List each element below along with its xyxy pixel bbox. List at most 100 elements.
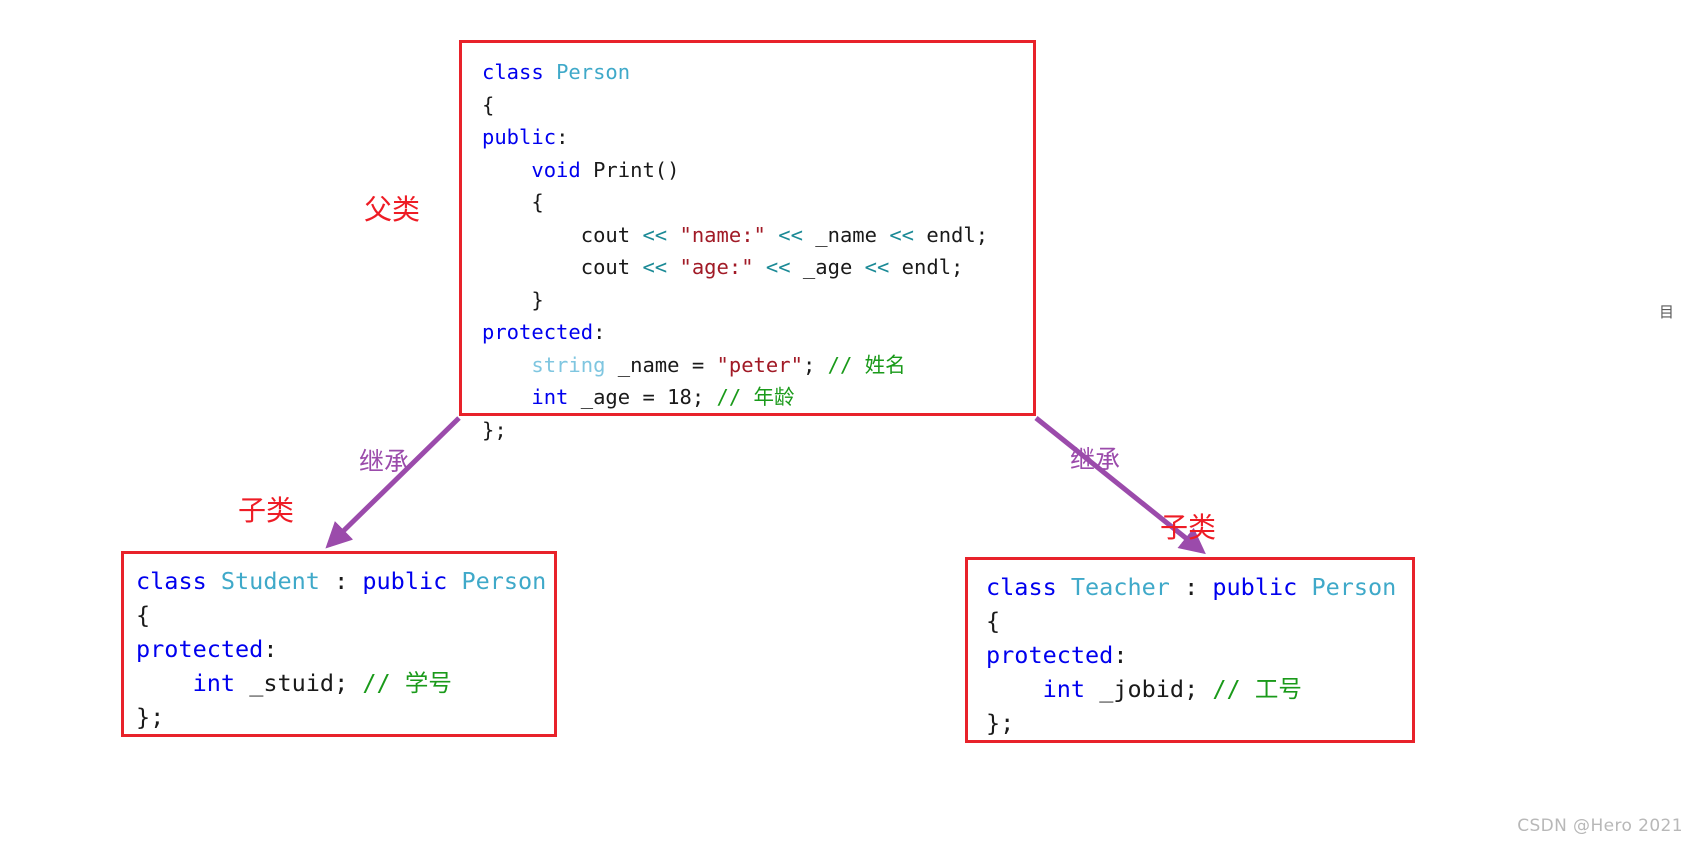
code-token: Print() [593,157,680,182]
code-token: protected [136,635,264,663]
arrow-person-to-student [325,416,461,549]
code-token: Student [220,567,320,595]
code-line: public: [482,121,1033,154]
code-box-student: class Student : public Person { protected:… [121,551,557,737]
code-token: { [482,190,544,214]
code-line: class Person [482,56,1033,89]
code-token: endl; [889,255,964,279]
code-token: << [889,222,915,247]
code-token: _stuid; [235,669,363,697]
code-token: // 姓名 [827,352,906,377]
code-token: string [531,352,606,377]
code-token: class [136,567,221,595]
code-token: _name [802,222,890,247]
code-token: public [1212,573,1312,601]
code-token: _jobid; [1085,675,1213,703]
code-line: }; [136,700,554,734]
code-token: // 学号 [362,669,452,697]
code-token: _age [790,255,865,279]
code-token: "peter" [716,352,803,377]
code-line: int _jobid; // 工号 [986,672,1412,706]
code-line: }; [482,414,1033,447]
code-token: cout [482,222,643,247]
code-line: void Print() [482,154,1033,187]
code-token: << [642,222,668,247]
code-line: }; [986,706,1412,740]
code-token: : [319,567,363,595]
code-token: << [765,255,791,279]
code-token: }; [986,709,1015,737]
code-line: { [136,598,554,632]
code-token: // 工号 [1212,675,1302,703]
code-token: // 年龄 [716,385,795,409]
code-token: { [986,607,1001,635]
code-line: cout << "age:" << _age << endl; [482,251,1033,284]
code-line: string _name = "peter"; // 姓名 [482,349,1033,382]
code-line: int _age = 18; // 年龄 [482,381,1033,414]
code-token: { [482,92,495,117]
code-token: ; [802,352,828,377]
code-line: int _stuid; // 学号 [136,666,554,700]
code-line: { [482,89,1033,122]
code-box-teacher: class Teacher : public Person { protected:… [965,557,1415,743]
label-inheritance-left: 继承 [359,447,410,476]
code-token: protected [986,641,1114,669]
code-token: public [482,125,557,149]
code-token: { [136,601,151,629]
code-line: { [986,604,1412,638]
code-token: int [1042,675,1086,703]
code-token: Person [556,60,631,84]
code-token: << [642,255,668,279]
code-token: << [864,255,890,279]
stray-glyph-artifact: 目 [1659,303,1675,321]
code-token: _age = 18; [568,385,717,409]
code-token: _name = [605,352,717,377]
watermark: CSDN @Hero 2021 [1517,816,1683,836]
code-token: : [593,320,606,344]
code-line: protected: [482,316,1033,349]
code-line: cout << "name:" << _name << endl; [482,219,1033,252]
code-token: int [531,385,569,409]
label-inheritance-right: 继承 [1070,445,1121,474]
code-line: protected: [136,632,554,666]
code-line: } [482,284,1033,317]
code-token: : [1113,641,1128,669]
code-token: class [482,60,557,84]
code-token: : [1169,573,1213,601]
label-child-class-teacher: 子类 [1160,511,1217,544]
code-token: endl; [914,222,989,247]
code-box-person: class Person { public: void Print() { cout… [459,40,1036,442]
code-line: class Student : public Person [136,564,554,598]
code-token: cout [482,255,643,279]
label-child-class-student: 子类 [238,494,295,527]
code-token: : [263,635,278,663]
code-token: }; [482,417,507,442]
code-token: Person [461,567,547,595]
code-token: void [531,157,594,182]
code-token: "name:" [679,222,766,247]
code-line: { [482,186,1033,219]
code-token: Teacher [1070,573,1170,601]
code-token: int [192,669,236,697]
code-line: class Teacher : public Person [986,570,1412,604]
code-token: protected [482,320,594,344]
code-line: protected: [986,638,1412,672]
code-token: Person [1311,573,1397,601]
code-token: }; [136,703,165,731]
code-token: class [986,573,1071,601]
code-token: << [778,222,803,247]
code-token: public [362,567,462,595]
code-token: : [556,125,569,149]
code-token: } [482,287,544,312]
diagram-canvas: class Person { public: void Print() { cout… [0,0,1697,844]
code-token: "age:" [679,255,754,279]
